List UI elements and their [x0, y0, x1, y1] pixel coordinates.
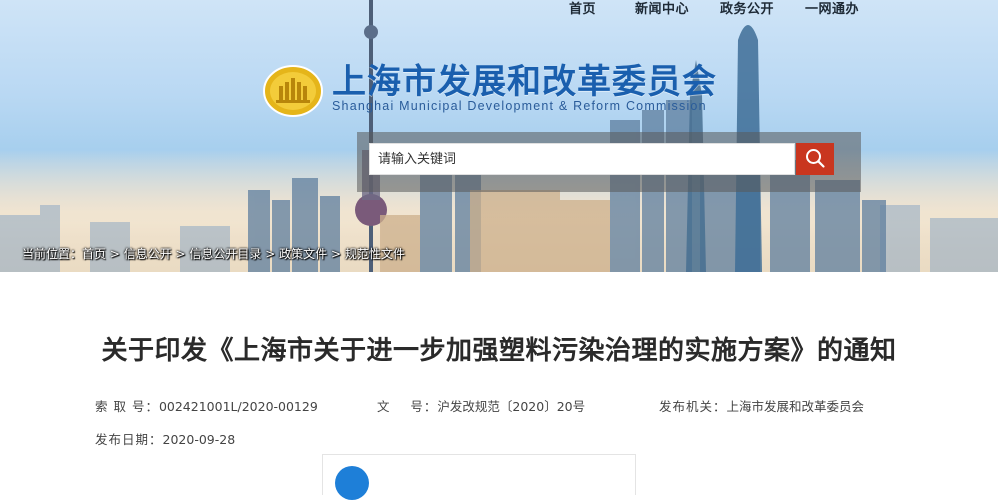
site-subtitle: Shanghai Municipal Development & Reform … — [332, 99, 707, 113]
header-banner: 首页 新闻中心 政务公开 一网通办 上海市发展和改革委员会 Shanghai M… — [0, 0, 998, 272]
breadcrumb-separator: > — [171, 247, 190, 261]
meta-issuer: 发布机关：上海市发展和改革委员会 — [659, 396, 864, 415]
building-emblem-icon — [263, 65, 323, 117]
nav-one-stop-service[interactable]: 一网通办 — [805, 0, 859, 17]
meta-index-number: 索 取 号：002421001L/2020-00129 — [95, 396, 318, 415]
breadcrumb-prefix: 当前位置： — [22, 247, 83, 261]
search-input[interactable] — [369, 143, 795, 175]
nav-news-center[interactable]: 新闻中心 — [635, 0, 689, 17]
nav-home[interactable]: 首页 — [569, 0, 596, 17]
meta-issuer-label: 发布机关： — [659, 399, 727, 414]
meta-docno-value: 沪发改规范〔2020〕20号 — [437, 399, 586, 414]
breadcrumb-separator: > — [327, 247, 345, 261]
breadcrumb-home[interactable]: 首页 — [82, 247, 106, 261]
meta-index-value: 002421001L/2020-00129 — [158, 399, 318, 414]
breadcrumb-normative-docs[interactable]: 规范性文件 — [345, 247, 405, 261]
top-navigation: 首页 新闻中心 政务公开 一网通办 — [0, 0, 998, 20]
breadcrumb-separator: > — [106, 247, 124, 261]
meta-date-value: 2020-09-28 — [162, 432, 236, 447]
meta-date-label: 发布日期： — [95, 432, 163, 447]
search-icon — [806, 148, 825, 168]
meta-index-label: 索 取 号： — [95, 399, 159, 414]
breadcrumb-info-disclosure[interactable]: 信息公开 — [124, 247, 172, 261]
meta-publish-date: 发布日期：2020-09-28 — [95, 429, 235, 448]
search-button[interactable] — [796, 143, 834, 175]
breadcrumb-policy-docs[interactable]: 政策文件 — [279, 247, 327, 261]
meta-document-number: 文 号：沪发改规范〔2020〕20号 — [377, 396, 585, 415]
meta-docno-label: 文 号： — [377, 399, 438, 414]
info-card-icon — [335, 466, 369, 500]
breadcrumb: 当前位置：首页 > 信息公开 > 信息公开目录 > 政策文件 > 规范性文件 — [22, 245, 405, 262]
article-title: 关于印发《上海市关于进一步加强塑料污染治理的实施方案》的通知 — [101, 336, 897, 366]
site-title[interactable]: 上海市发展和改革委员会 — [332, 54, 717, 103]
breadcrumb-info-catalog[interactable]: 信息公开目录 — [189, 247, 261, 261]
nav-government-affairs[interactable]: 政务公开 — [720, 0, 774, 17]
breadcrumb-separator: > — [261, 247, 280, 261]
meta-issuer-value: 上海市发展和改革委员会 — [726, 399, 865, 414]
